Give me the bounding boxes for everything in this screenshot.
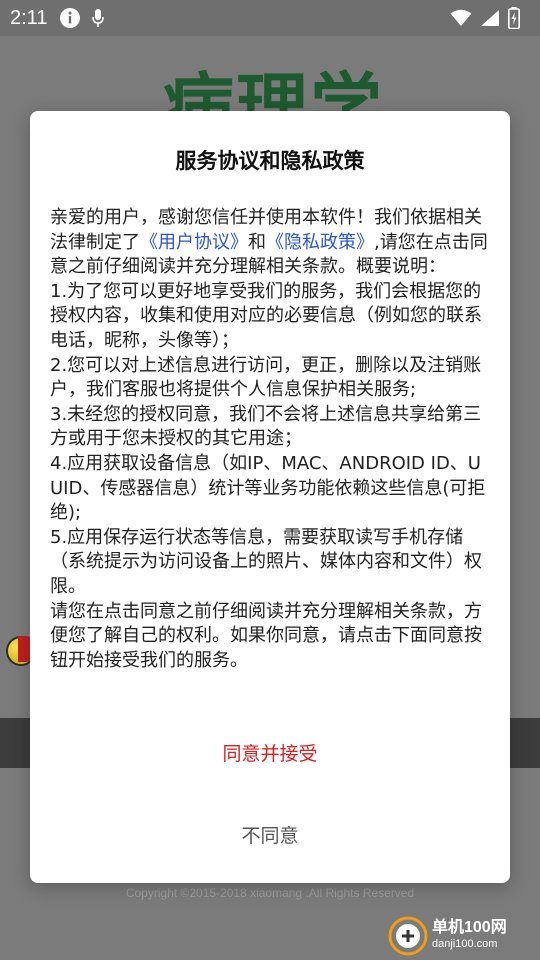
accept-button[interactable]: 同意并接受 bbox=[30, 739, 510, 766]
wifi-icon bbox=[450, 9, 472, 27]
closing-text: 请您在点击同意之前仔细阅读并充分理解相关条款，方便您了解自己的权利。如果你同意，… bbox=[50, 600, 482, 671]
privacy-dialog: 服务协议和隐私政策 亲爱的用户，感谢您信任并使用本软件！我们依据相关法律制定了《… bbox=[30, 111, 510, 883]
clause-1: 1.为了您可以更好地享受我们的服务，我们会根据您的授权内容，收集和使用对应的必要… bbox=[50, 280, 482, 351]
mic-icon bbox=[91, 8, 105, 28]
signal-icon bbox=[480, 9, 500, 27]
user-agreement-link[interactable]: 《用户协议》 bbox=[140, 232, 248, 253]
dialog-title: 服务协议和隐私政策 bbox=[175, 149, 365, 173]
clause-3: 3.未经您的授权同意，我们不会将上述信息共享给第三方或用于您未授权的其它用途； bbox=[50, 403, 482, 450]
dialog-body: 亲爱的用户，感谢您信任并使用本软件！我们依据相关法律制定了《用户协议》和《隐私政… bbox=[50, 206, 494, 673]
battery-icon bbox=[508, 7, 520, 29]
info-icon bbox=[59, 7, 81, 29]
clause-2: 2.您可以对上述信息进行访问，更正，删除以及注销账户，我们客服也将提供个人信息保… bbox=[50, 354, 482, 401]
status-bar: 2:11 bbox=[0, 0, 540, 36]
and-text: 和 bbox=[248, 231, 266, 253]
clause-4: 4.应用获取设备信息（如IP、MAC、ANDROID ID、UUID、传感器信息… bbox=[50, 452, 486, 524]
clause-5: 5.应用保存运行状态等信息，需要获取读写手机存储（系统提示为访问设备上的照片、媒… bbox=[50, 526, 482, 597]
watermark-sub-text: danji100.com bbox=[432, 938, 498, 950]
privacy-policy-link[interactable]: 《隐私政策》 bbox=[266, 232, 374, 253]
watermark-main-text: 单机100网 bbox=[432, 919, 507, 936]
watermark: 单机100网 danji100.com bbox=[388, 916, 507, 956]
reject-button[interactable]: 不同意 bbox=[30, 821, 510, 848]
watermark-logo-icon bbox=[388, 916, 428, 956]
copyright-footer: Copyright ©2015-2018 xiaomang .All Right… bbox=[125, 886, 415, 900]
status-time: 2:11 bbox=[10, 6, 48, 29]
